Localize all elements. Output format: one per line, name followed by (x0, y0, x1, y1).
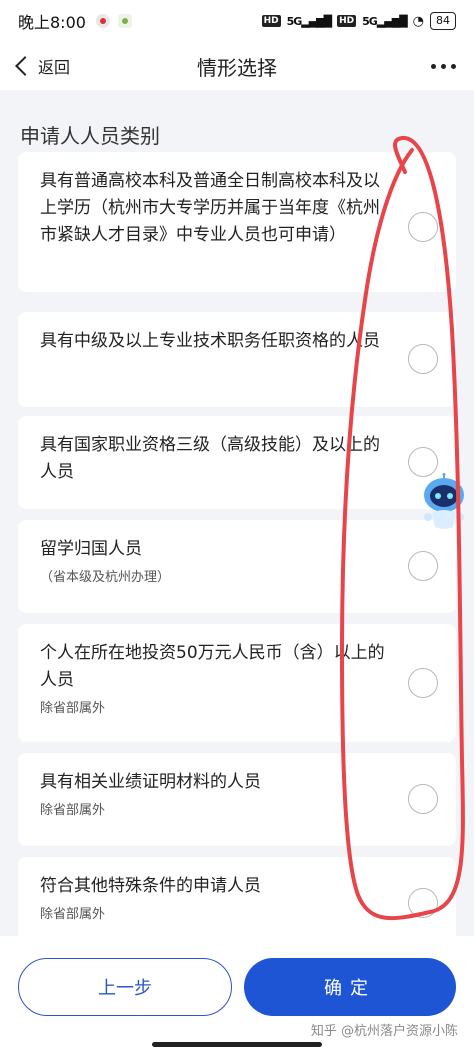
option-label: 具有相关业绩证明材料的人员 (40, 772, 261, 792)
option-label: 具有普通高校本科及普通全日制高校本科及以上学历（杭州市大专学历并属于当年度《杭州… (40, 171, 380, 245)
back-button[interactable]: 返回 (14, 54, 70, 78)
wifi-icon: ◔ (412, 13, 424, 29)
option-label: 个人在所在地投资50万元人民币（含）以上的人员 (40, 643, 385, 690)
assistant-robot-icon[interactable] (418, 473, 470, 533)
radio-button[interactable] (408, 344, 438, 374)
confirm-button[interactable]: 确定 (244, 958, 456, 1016)
radio-button[interactable] (408, 212, 438, 242)
bottom-action-bar: 上一步 确定 知乎 @杭州落户资源小陈 (0, 936, 474, 1052)
option-label: 留学归国人员 (40, 539, 142, 559)
option-card-overseas-returnee[interactable]: 留学归国人员 （省本级及杭州办理） (18, 520, 456, 613)
radio-button[interactable] (408, 784, 438, 814)
option-label: 具有国家职业资格三级（高级技能）及以上的人员 (40, 435, 380, 482)
option-label: 具有中级及以上专业技术职务任职资格的人员 (40, 331, 380, 351)
option-card-bachelor[interactable]: 具有普通高校本科及普通全日制高校本科及以上学历（杭州市大专学历并属于当年度《杭州… (18, 152, 456, 292)
more-dot-icon (431, 63, 436, 69)
option-label: 符合其他特殊条件的申请人员 (40, 876, 261, 896)
status-bar: 晚上8:00 HD 5G▂▄▆█ HD 5G▂▄▆█ ◔ 84 (0, 0, 474, 42)
network-label: 5G (362, 14, 378, 28)
option-note: 除省部属外 (40, 803, 106, 818)
previous-step-button[interactable]: 上一步 (18, 958, 232, 1016)
radio-button[interactable] (408, 668, 438, 698)
option-card-investor[interactable]: 个人在所在地投资50万元人民币（含）以上的人员 除省部属外 (18, 624, 456, 742)
page-title: 情形选择 (197, 55, 277, 80)
home-indicator[interactable] (152, 1042, 322, 1047)
watermark-text: 知乎 @杭州落户资源小陈 (310, 1024, 458, 1039)
option-note: （省本级及杭州办理） (40, 570, 171, 585)
back-label: 返回 (38, 58, 71, 77)
radio-button[interactable] (408, 551, 438, 581)
app-notification-icon (95, 14, 110, 28)
option-card-professional-title[interactable]: 具有中级及以上专业技术职务任职资格的人员 (18, 312, 456, 407)
option-card-vocational-qualification[interactable]: 具有国家职业资格三级（高级技能）及以上的人员 (18, 416, 456, 509)
status-time: 晚上8:00 (18, 13, 86, 32)
notification-icons (95, 14, 132, 28)
more-menu-button[interactable] (431, 63, 456, 69)
hd-badge: HD (337, 15, 357, 27)
option-note: 除省部属外 (40, 907, 106, 922)
more-dot-icon (441, 63, 446, 69)
chevron-left-icon (15, 56, 35, 76)
options-content[interactable]: 申请人人员类别 具有普通高校本科及普通全日制高校本科及以上学历（杭州市大专学历并… (0, 90, 474, 936)
hd-badge: HD (261, 15, 281, 27)
option-card-performance[interactable]: 具有相关业绩证明材料的人员 除省部属外 (18, 753, 456, 846)
option-card-special-conditions[interactable]: 符合其他特殊条件的申请人员 除省部属外 (18, 857, 456, 936)
signal-icon: 5G▂▄▆█ (286, 14, 333, 28)
network-label: 5G (286, 14, 303, 28)
option-note: 除省部属外 (40, 701, 106, 716)
signal-icon: 5G▂▄▆█ (362, 14, 408, 28)
navigation-bar: 返回 情形选择 (0, 42, 474, 90)
radio-button[interactable] (408, 888, 438, 918)
app-notification-icon (117, 14, 132, 28)
battery-icon: 84 (430, 12, 456, 30)
section-title: 申请人人员类别 (20, 124, 160, 148)
more-dot-icon (451, 63, 456, 69)
status-indicators: HD 5G▂▄▆█ HD 5G▂▄▆█ ◔ 84 (261, 12, 456, 30)
